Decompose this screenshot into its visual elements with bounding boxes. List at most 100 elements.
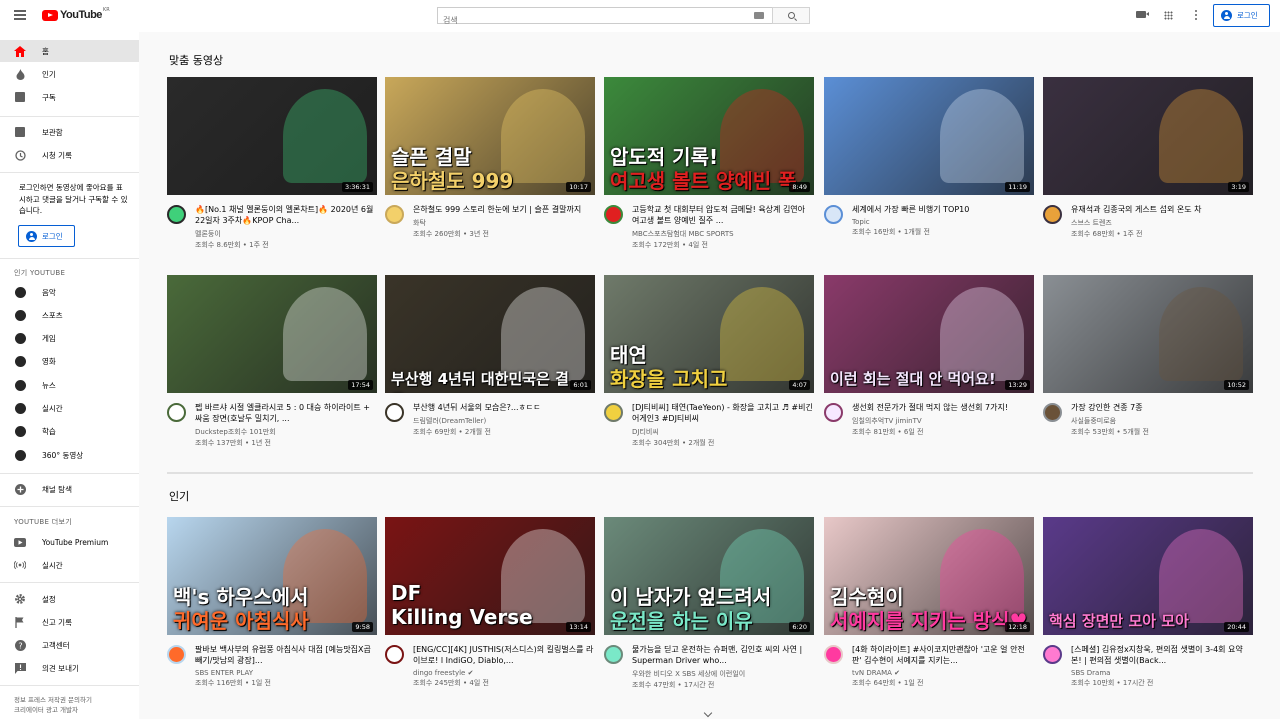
channel-name[interactable]: 우와한 비디오 X SBS 세상에 이런일이	[632, 669, 814, 679]
video-card[interactable]: 11:19 세계에서 가장 빠른 비행기 TOP10 Topic 조회수 16만회 •…	[824, 77, 1034, 236]
sidebar-item-gaming[interactable]: 게임	[0, 328, 139, 350]
sidebar-item-report-history[interactable]: 신고 기록	[0, 611, 139, 633]
video-thumbnail[interactable]: 압도적 기록!여고생 볼트 양예빈 폭풍질주8:49	[604, 77, 814, 195]
create-video-icon[interactable]	[1136, 11, 1149, 18]
sidebar-item-history[interactable]: 시청 기록	[0, 144, 139, 166]
video-card[interactable]: 17:54 펩 바르샤 시절 엘클라시코 5 : 0 대승 하이라이트 + 싸움 …	[167, 275, 377, 447]
video-card[interactable]: 태연 화장을 고치고 4:07 [DJ티비씨] 태연(TaeYeon) - 화장을 고…	[604, 275, 814, 447]
channel-avatar[interactable]	[1043, 645, 1062, 664]
video-card[interactable]: 3:36:31 🔥[No.1 채널 멜론둥이의 멜론차트]🔥 2020년 6월 2…	[167, 77, 377, 249]
channel-name[interactable]: tvN DRAMA ✔	[852, 669, 1034, 677]
channel-name[interactable]: SBS Drama	[1071, 669, 1253, 677]
more-settings-icon[interactable]	[1195, 10, 1197, 20]
sidebar-item-trending[interactable]: 인기	[0, 63, 139, 85]
channel-avatar[interactable]	[167, 645, 186, 664]
channel-avatar[interactable]	[167, 403, 186, 422]
video-title[interactable]: 펩 바르샤 시절 엘클라시코 5 : 0 대승 하이라이트 + 싸움 장면(호날…	[195, 402, 377, 424]
video-thumbnail[interactable]: 부산행 4년뒤 대한민국은 결국...6:01	[385, 275, 595, 393]
sidebar-item-sports[interactable]: 스포츠	[0, 304, 139, 326]
sidebar-item-library[interactable]: 보관함	[0, 121, 139, 143]
keyboard-icon[interactable]	[754, 12, 764, 19]
video-card[interactable]: DF Killing Verse 13:14 [ENG/CC][4K] JUSTHIS…	[385, 517, 595, 687]
video-thumbnail[interactable]: 17:54	[167, 275, 377, 393]
channel-name[interactable]: 화탁	[413, 218, 595, 228]
channel-name[interactable]: MBC스포츠탐험대 MBC SPORTS	[632, 229, 814, 239]
sidebar-item-live[interactable]: 실시간	[0, 554, 139, 576]
channel-avatar[interactable]	[824, 205, 843, 224]
video-title[interactable]: [스페셜] 김유정x지창욱, 편의점 샛별이 3-4회 요약본! | 편의점 샛…	[1071, 644, 1253, 666]
sidebar-login-button[interactable]: 로그인	[18, 225, 75, 247]
video-title[interactable]: 팔바보 백사부의 유럽풍 아침식사 대접 [예능맛집X곱빼기/맛남의 광장]..…	[195, 644, 377, 666]
channel-name[interactable]: SBS ENTER PLAY	[195, 669, 377, 677]
search-button[interactable]	[772, 7, 810, 24]
video-thumbnail[interactable]: 10:52	[1043, 275, 1253, 393]
video-thumbnail[interactable]: 3:36:31	[167, 77, 377, 195]
video-title[interactable]: 🔥[No.1 채널 멜론둥이의 멜론차트]🔥 2020년 6월 22일자 3주차…	[195, 204, 377, 226]
channel-avatar[interactable]	[604, 205, 623, 224]
sidebar-item-settings[interactable]: 설정	[0, 588, 139, 610]
sidebar-item-feedback[interactable]: 의견 보내기	[0, 657, 139, 679]
video-card[interactable]: 10:52 가장 강인한 견종 7종 사실들중미로움 조회수 53만회 • 5개월 전	[1043, 275, 1253, 436]
channel-avatar[interactable]	[824, 403, 843, 422]
video-card[interactable]: 슬픈 결말 은하철도 999 10:17 은하철도 999 스토리 한눈에 보기 | …	[385, 77, 595, 238]
channel-name[interactable]: 사실들중미로움	[1071, 416, 1253, 426]
sidebar-item-music[interactable]: 음악	[0, 281, 139, 303]
menu-icon[interactable]	[14, 10, 26, 20]
channel-avatar[interactable]	[604, 403, 623, 422]
video-thumbnail[interactable]: DF Killing Verse 13:14	[385, 517, 595, 635]
channel-avatar[interactable]	[824, 645, 843, 664]
channel-name[interactable]: dingo freestyle ✔	[413, 669, 595, 677]
video-thumbnail[interactable]: 이 남자가 엎드려서 운전을 하는 이유 6:20	[604, 517, 814, 635]
sidebar-item-news[interactable]: 뉴스	[0, 374, 139, 396]
sidebar-item-movies[interactable]: 영화	[0, 351, 139, 373]
video-thumbnail[interactable]: 이런 회는 절대 안 먹어요! 13:29	[824, 275, 1034, 393]
sidebar-item-youtube-premium[interactable]: YouTube Premium	[0, 531, 139, 553]
video-thumbnail[interactable]: 백's 하우스에서 귀여운 아침식사 9:58	[167, 517, 377, 635]
channel-avatar[interactable]	[385, 645, 404, 664]
video-card[interactable]: 압도적 기록!여고생 볼트 양예빈 폭풍질주8:49 고등학교 첫 대회부터 압도…	[604, 77, 814, 249]
sidebar-item-360[interactable]: 360° 동영상	[0, 444, 139, 466]
video-thumbnail[interactable]: 핵심 장면만 모아 모아 20:44	[1043, 517, 1253, 635]
channel-avatar[interactable]	[1043, 403, 1062, 422]
video-thumbnail[interactable]: 11:19	[824, 77, 1034, 195]
youtube-logo[interactable]: YouTube KR	[42, 7, 110, 21]
channel-avatar[interactable]	[1043, 205, 1062, 224]
channel-name[interactable]: 드림텔러(DreamTeller)	[413, 416, 595, 426]
video-title[interactable]: 부산행 4년뒤 서울의 모습은?...ㅎㄷㄷ	[413, 402, 595, 413]
sidebar-item-help[interactable]: ? 고객센터	[0, 634, 139, 656]
video-title[interactable]: 은하철도 999 스토리 한눈에 보기 | 슬픈 결말까지	[413, 204, 595, 215]
video-thumbnail[interactable]: 3:19	[1043, 77, 1253, 195]
video-card[interactable]: 백's 하우스에서 귀여운 아침식사 9:58 팔바보 백사부의 유럽풍 아침식사 대…	[167, 517, 377, 687]
search-input[interactable]	[438, 13, 738, 28]
channel-name[interactable]: 멜론둥이	[195, 229, 377, 239]
channel-name[interactable]: DJ티비씨	[632, 427, 814, 437]
video-card[interactable]: 부산행 4년뒤 대한민국은 결국...6:01 부산행 4년뒤 서울의 모습은?.…	[385, 275, 595, 436]
channel-avatar[interactable]	[385, 205, 404, 224]
video-title[interactable]: 가장 강인한 견종 7종	[1071, 402, 1253, 413]
video-card[interactable]: 3:19 유재석과 김종국의 게스트 섭외 온도 차 스브스 트렌즈 조회수 68만회…	[1043, 77, 1253, 238]
video-title[interactable]: [ENG/CC][4K] JUSTHIS(저스디스)의 킬링벌스를 라이브로! …	[413, 644, 595, 666]
sidebar-item-browse-channels[interactable]: 채널 탐색	[0, 478, 139, 500]
video-thumbnail[interactable]: 김수현이 서예지를 지키는 방식♥ 12:18	[824, 517, 1034, 635]
sidebar-item-home[interactable]: 홈	[0, 40, 139, 62]
video-title[interactable]: 유재석과 김종국의 게스트 섭외 온도 차	[1071, 204, 1253, 215]
video-thumbnail[interactable]: 슬픈 결말 은하철도 999 10:17	[385, 77, 595, 195]
apps-grid-icon[interactable]	[1164, 11, 1173, 20]
channel-name[interactable]: 임칠의추억TV jiminTV	[852, 416, 1034, 426]
sidebar-item-learning[interactable]: 학습	[0, 421, 139, 443]
sidebar-item-live[interactable]: 실시간	[0, 398, 139, 420]
channel-avatar[interactable]	[167, 205, 186, 224]
video-card[interactable]: 핵심 장면만 모아 모아 20:44 [스페셜] 김유정x지창욱, 편의점 샛별이 …	[1043, 517, 1253, 687]
footer-links[interactable]: 정보 프레스 저작권 문의하기 크리에이터 광고 개발자	[14, 695, 134, 715]
channel-name[interactable]: 스브스 트렌즈	[1071, 218, 1253, 228]
sidebar-item-subscriptions[interactable]: 구독	[0, 86, 139, 108]
video-card[interactable]: 이 남자가 엎드려서 운전을 하는 이유 6:20 물가능을 딛고 운전하는 슈퍼맨,…	[604, 517, 814, 689]
search-box[interactable]	[437, 7, 773, 28]
login-button[interactable]: 로그인	[1213, 4, 1270, 27]
channel-avatar[interactable]	[604, 645, 623, 664]
video-card[interactable]: 김수현이 서예지를 지키는 방식♥ 12:18 [4화 하이라이트] #사이코지만괜찮…	[824, 517, 1034, 687]
video-title[interactable]: [DJ티비씨] 태연(TaeYeon) - 화장을 고치고 ♬ #비긴어게인3 …	[632, 402, 814, 424]
channel-name[interactable]: Duckstep조회수 101만회	[195, 427, 377, 437]
video-title[interactable]: 고등학교 첫 대회부터 압도적 금메달! 육상계 김연아 여고생 볼트 양예빈 …	[632, 204, 814, 226]
video-title[interactable]: 생선회 전문가가 절대 먹지 않는 생선회 7가지!	[852, 402, 1034, 413]
